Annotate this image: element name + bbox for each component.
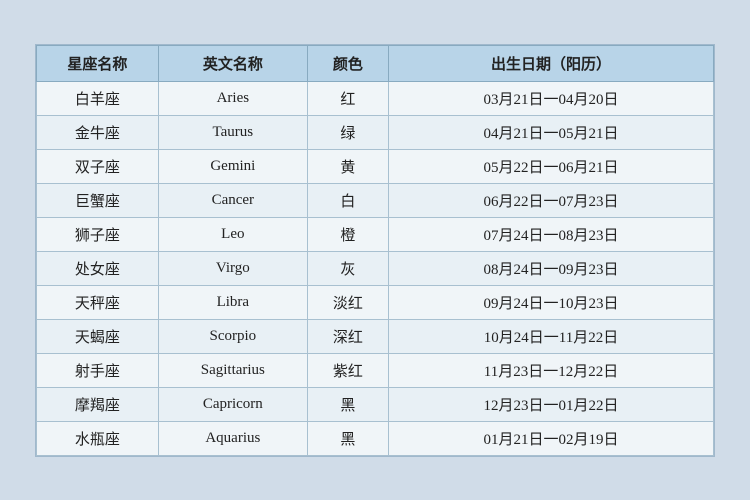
cell-english: Leo (158, 217, 307, 251)
cell-chinese: 处女座 (37, 251, 159, 285)
header-color: 颜色 (307, 45, 388, 81)
cell-color: 深红 (307, 319, 388, 353)
cell-english: Gemini (158, 149, 307, 183)
table-row: 狮子座Leo橙07月24日一08月23日 (37, 217, 714, 251)
table-row: 巨蟹座Cancer白06月22日一07月23日 (37, 183, 714, 217)
cell-english: Sagittarius (158, 353, 307, 387)
cell-date: 03月21日一04月20日 (389, 81, 714, 115)
cell-date: 09月24日一10月23日 (389, 285, 714, 319)
cell-chinese: 巨蟹座 (37, 183, 159, 217)
cell-color: 灰 (307, 251, 388, 285)
table-body: 白羊座Aries红03月21日一04月20日金牛座Taurus绿04月21日一0… (37, 81, 714, 455)
cell-chinese: 双子座 (37, 149, 159, 183)
table-row: 水瓶座Aquarius黑01月21日一02月19日 (37, 421, 714, 455)
cell-date: 10月24日一11月22日 (389, 319, 714, 353)
cell-date: 05月22日一06月21日 (389, 149, 714, 183)
cell-date: 08月24日一09月23日 (389, 251, 714, 285)
cell-color: 淡红 (307, 285, 388, 319)
cell-color: 白 (307, 183, 388, 217)
cell-english: Libra (158, 285, 307, 319)
cell-english: Aries (158, 81, 307, 115)
cell-chinese: 射手座 (37, 353, 159, 387)
table-row: 摩羯座Capricorn黑12月23日一01月22日 (37, 387, 714, 421)
header-chinese: 星座名称 (37, 45, 159, 81)
cell-chinese: 水瓶座 (37, 421, 159, 455)
cell-english: Capricorn (158, 387, 307, 421)
table-row: 天蝎座Scorpio深红10月24日一11月22日 (37, 319, 714, 353)
table-row: 双子座Gemini黄05月22日一06月21日 (37, 149, 714, 183)
cell-chinese: 摩羯座 (37, 387, 159, 421)
cell-color: 橙 (307, 217, 388, 251)
cell-chinese: 白羊座 (37, 81, 159, 115)
cell-chinese: 狮子座 (37, 217, 159, 251)
table-row: 射手座Sagittarius紫红11月23日一12月22日 (37, 353, 714, 387)
header-english: 英文名称 (158, 45, 307, 81)
zodiac-table-container: 星座名称 英文名称 颜色 出生日期（阳历） 白羊座Aries红03月21日一04… (35, 44, 715, 457)
table-row: 金牛座Taurus绿04月21日一05月21日 (37, 115, 714, 149)
cell-chinese: 天蝎座 (37, 319, 159, 353)
cell-color: 黄 (307, 149, 388, 183)
cell-date: 07月24日一08月23日 (389, 217, 714, 251)
cell-color: 黑 (307, 387, 388, 421)
cell-color: 紫红 (307, 353, 388, 387)
cell-english: Taurus (158, 115, 307, 149)
header-date: 出生日期（阳历） (389, 45, 714, 81)
cell-english: Cancer (158, 183, 307, 217)
cell-chinese: 金牛座 (37, 115, 159, 149)
cell-date: 04月21日一05月21日 (389, 115, 714, 149)
cell-color: 红 (307, 81, 388, 115)
cell-date: 11月23日一12月22日 (389, 353, 714, 387)
cell-chinese: 天秤座 (37, 285, 159, 319)
cell-english: Virgo (158, 251, 307, 285)
table-row: 天秤座Libra淡红09月24日一10月23日 (37, 285, 714, 319)
cell-date: 12月23日一01月22日 (389, 387, 714, 421)
zodiac-table: 星座名称 英文名称 颜色 出生日期（阳历） 白羊座Aries红03月21日一04… (36, 45, 714, 456)
cell-english: Scorpio (158, 319, 307, 353)
cell-color: 绿 (307, 115, 388, 149)
cell-date: 01月21日一02月19日 (389, 421, 714, 455)
table-row: 白羊座Aries红03月21日一04月20日 (37, 81, 714, 115)
cell-date: 06月22日一07月23日 (389, 183, 714, 217)
cell-english: Aquarius (158, 421, 307, 455)
table-row: 处女座Virgo灰08月24日一09月23日 (37, 251, 714, 285)
table-header-row: 星座名称 英文名称 颜色 出生日期（阳历） (37, 45, 714, 81)
cell-color: 黑 (307, 421, 388, 455)
